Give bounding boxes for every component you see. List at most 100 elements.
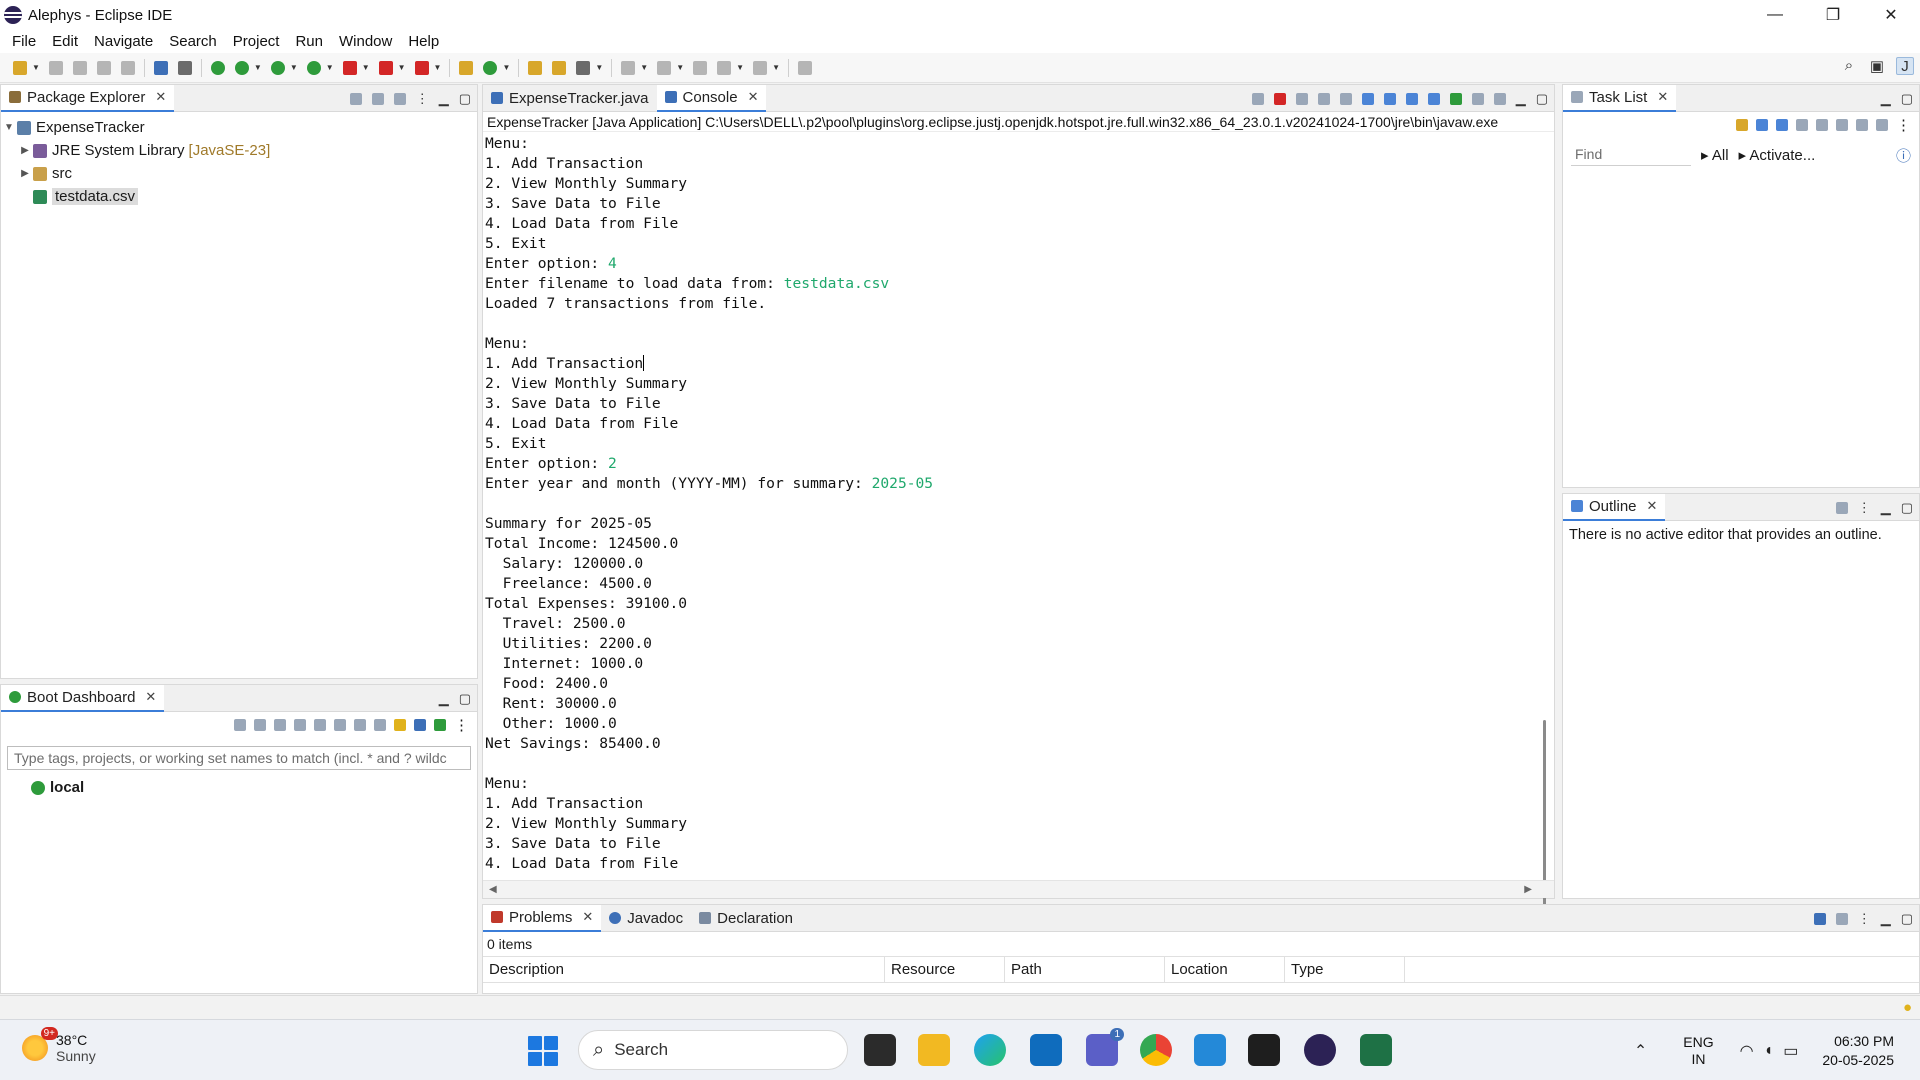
restore-button[interactable]: ❐ <box>1804 0 1862 30</box>
filter-icon[interactable] <box>1813 912 1826 925</box>
lock-icon[interactable] <box>1251 92 1264 105</box>
filter-icon[interactable] <box>1835 501 1848 514</box>
close-icon[interactable]: ✕ <box>155 89 166 105</box>
menu-search[interactable]: Search <box>161 33 225 50</box>
save-all-icon[interactable] <box>72 60 87 75</box>
search-icon[interactable]: ⌕ <box>1840 57 1858 75</box>
minimize-button[interactable]: — <box>1746 0 1804 30</box>
new-icon[interactable] <box>13 60 27 75</box>
close-icon[interactable]: ✕ <box>1657 89 1668 105</box>
input-language[interactable]: ENG IN <box>1683 1034 1713 1068</box>
view-menu-icon[interactable]: ⋮ <box>1858 500 1871 516</box>
pin-console-icon[interactable] <box>1449 92 1462 105</box>
chrome-icon[interactable] <box>1140 1034 1172 1066</box>
chevron-right-icon[interactable]: ▶ <box>17 168 33 179</box>
minimize-icon[interactable]: ▁ <box>1881 91 1891 107</box>
synchronize-icon[interactable] <box>1836 119 1848 131</box>
remove-all-icon[interactable] <box>1317 92 1330 105</box>
add-icon[interactable] <box>434 719 446 731</box>
menu-run[interactable]: Run <box>287 33 331 50</box>
stop-icon[interactable] <box>274 719 286 731</box>
save-icon[interactable] <box>48 60 63 75</box>
teams-icon[interactable]: 1 <box>1086 1028 1124 1066</box>
pin-editor-icon[interactable] <box>797 60 812 75</box>
wifi-icon[interactable]: ◠ <box>1740 1041 1754 1061</box>
minimize-icon[interactable]: ▁ <box>439 91 449 107</box>
activate-task[interactable]: ▸ Activate... <box>1739 146 1816 164</box>
relaunch-icon[interactable] <box>414 60 429 75</box>
console-horizontal-scrollbar[interactable]: ◀ ▶ <box>483 880 1554 898</box>
new-task-icon[interactable] <box>1736 119 1748 131</box>
minimize-icon[interactable]: ▁ <box>1516 91 1526 107</box>
close-button[interactable]: ✕ <box>1862 0 1920 30</box>
clear-console-icon[interactable] <box>1339 92 1352 105</box>
task-view-icon[interactable] <box>864 1034 896 1066</box>
forward-dropdown-icon[interactable]: ▼ <box>772 63 780 72</box>
debug-icon[interactable] <box>234 60 249 75</box>
display-console-icon[interactable] <box>1471 92 1484 105</box>
column-location[interactable]: Location <box>1165 957 1285 982</box>
excel-icon[interactable] <box>1360 1034 1392 1066</box>
edit-icon[interactable] <box>354 719 366 731</box>
link-with-editor-icon[interactable] <box>371 92 384 105</box>
column-path[interactable]: Path <box>1005 957 1165 982</box>
skip-breakpoints-icon[interactable] <box>177 60 192 75</box>
boot-dashboard-filter-input[interactable]: Type tags, projects, or working set name… <box>7 746 471 770</box>
minimize-icon[interactable]: ▁ <box>439 691 449 707</box>
undo-icon[interactable] <box>96 60 111 75</box>
relaunch-dropdown-icon[interactable]: ▼ <box>434 63 442 72</box>
menu-edit[interactable]: Edit <box>44 33 86 50</box>
windows-start-icon[interactable] <box>528 1036 558 1066</box>
console-vertical-scrollbar[interactable] <box>1543 720 1546 930</box>
show-on-stdout-icon[interactable] <box>1405 92 1418 105</box>
back-dropdown-icon[interactable]: ▼ <box>736 63 744 72</box>
open-task-icon[interactable] <box>552 60 567 75</box>
open-console-icon[interactable] <box>1493 92 1506 105</box>
coverage-icon[interactable] <box>306 60 321 75</box>
collapse-all-icon[interactable] <box>349 92 362 105</box>
tab-expensetracker-java[interactable]: ExpenseTracker.java <box>483 85 657 112</box>
minimize-icon[interactable]: ▁ <box>1881 500 1891 516</box>
open-type-icon[interactable] <box>528 60 543 75</box>
tab-boot-dashboard[interactable]: Boot Dashboard ✕ <box>1 684 165 712</box>
close-icon[interactable]: ✕ <box>1647 498 1658 514</box>
last-edit-location-icon[interactable] <box>693 60 708 75</box>
redo-icon[interactable] <box>120 60 135 75</box>
close-icon[interactable]: ✕ <box>145 689 156 705</box>
tab-package-explorer[interactable]: Package Explorer ✕ <box>1 84 175 112</box>
filter-icon[interactable] <box>393 92 406 105</box>
maximize-icon[interactable]: ▢ <box>459 691 471 707</box>
remove-launch-icon[interactable] <box>1295 92 1308 105</box>
maximize-icon[interactable]: ▢ <box>1901 911 1913 927</box>
view-menu-icon[interactable]: ⋮ <box>416 91 429 107</box>
tree-item-project[interactable]: ▼ ExpenseTracker <box>1 116 477 139</box>
new-dropdown-icon[interactable]: ▼ <box>32 63 40 72</box>
minimize-icon[interactable]: ▁ <box>1881 911 1891 927</box>
run-dropdown-icon[interactable]: ▼ <box>290 63 298 72</box>
scheduled-icon[interactable] <box>1776 119 1788 131</box>
link-icon[interactable] <box>1876 119 1888 131</box>
edge-browser-icon[interactable] <box>974 1034 1006 1066</box>
file-explorer-icon[interactable] <box>918 1034 950 1066</box>
taskbar-search[interactable]: ⌕ Search <box>578 1030 848 1070</box>
scroll-left-icon[interactable]: ◀ <box>489 884 497 895</box>
vscode-icon[interactable] <box>1194 1034 1226 1066</box>
new-java-class-icon[interactable] <box>483 60 498 75</box>
new-class-dropdown-icon[interactable]: ▼ <box>502 63 510 72</box>
maximize-icon[interactable]: ▢ <box>1901 500 1913 516</box>
next-annotation-icon[interactable] <box>621 60 636 75</box>
open-browser-icon[interactable] <box>294 719 306 731</box>
tab-task-list[interactable]: Task List ✕ <box>1563 84 1677 112</box>
scroll-lock-icon[interactable] <box>1361 92 1374 105</box>
lightbulb-icon[interactable] <box>394 719 406 731</box>
console-icon[interactable] <box>314 719 326 731</box>
view-menu-icon[interactable]: ⋮ <box>1858 911 1871 927</box>
filter-icon[interactable] <box>414 719 426 731</box>
previous-annotation-icon[interactable] <box>657 60 672 75</box>
external-tools-icon[interactable] <box>342 60 357 75</box>
scroll-right-icon[interactable]: ▶ <box>1524 884 1532 895</box>
chevron-down-icon[interactable]: ▼ <box>1 122 17 133</box>
battery-icon[interactable]: ▭ <box>1783 1041 1798 1061</box>
categorized-icon[interactable] <box>1756 119 1768 131</box>
live-hover-icon[interactable] <box>334 719 346 731</box>
